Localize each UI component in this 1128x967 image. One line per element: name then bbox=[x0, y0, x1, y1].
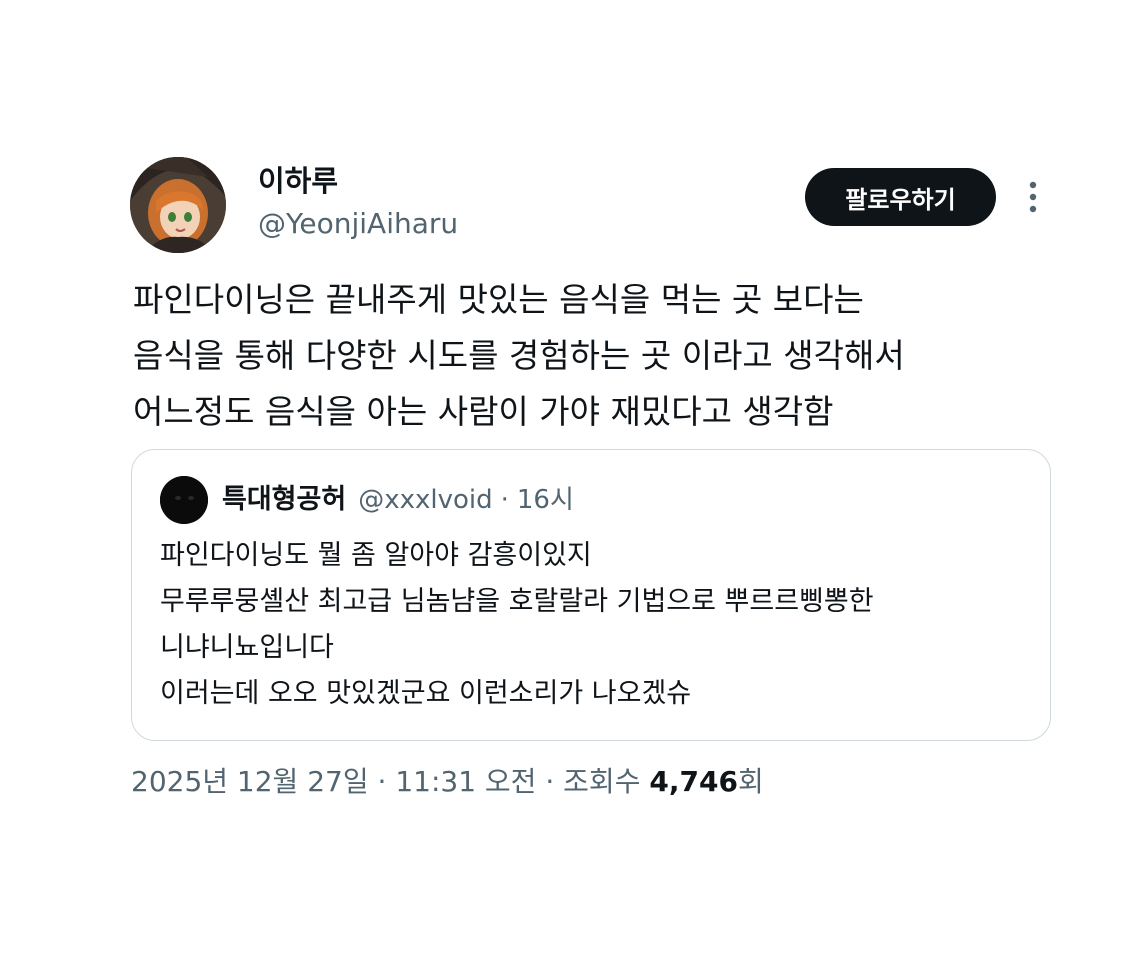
quoted-tweet-header: 특대형공허 @xxxlvoid · 16시 bbox=[222, 480, 574, 520]
quoted-tweet-card[interactable]: 특대형공허 @xxxlvoid · 16시 파인다이닝도 뭘 좀 알아야 감흥이… bbox=[131, 449, 1051, 741]
tweet-text-line: 어느정도 음식을 아는 사람이 가야 재밌다고 생각함 bbox=[133, 392, 834, 431]
follow-button[interactable]: 팔로우하기 bbox=[805, 168, 996, 226]
more-vertical-icon[interactable] bbox=[1019, 178, 1047, 216]
separator-dot: · bbox=[545, 765, 555, 798]
author-handle[interactable]: @YeonjiAiharu bbox=[258, 206, 458, 242]
views-suffix: 회 bbox=[737, 765, 764, 798]
author-display-name[interactable]: 이하루 bbox=[258, 163, 338, 199]
quoted-text-line: 파인다이닝도 뭘 좀 알아야 감흥이있지 bbox=[160, 540, 592, 571]
author-avatar[interactable] bbox=[130, 157, 226, 253]
tweet-date[interactable]: 2025년 12월 27일 bbox=[131, 765, 369, 798]
avatar-image bbox=[130, 157, 226, 253]
quoted-avatar-image bbox=[160, 476, 208, 524]
tweet-text-line: 음식을 통해 다양한 시도를 경험하는 곳 이라고 생각해서 bbox=[133, 336, 905, 375]
tweet-text: 파인다이닝은 끝내주게 맛있는 음식을 먹는 곳 보다는 음식을 통해 다양한 … bbox=[133, 272, 1033, 440]
tweet-time[interactable]: 11:31 오전 bbox=[395, 765, 536, 798]
separator-dot: · bbox=[377, 765, 387, 798]
quoted-text-line: 무루루뭉셸산 최고급 님놈냠을 호랄랄라 기법으로 뿌르르삥뽕한 bbox=[160, 586, 874, 617]
separator-dot: · bbox=[500, 485, 509, 515]
quoted-author-handle[interactable]: @xxxlvoid bbox=[358, 480, 492, 520]
quoted-tweet-text: 파인다이닝도 뭘 좀 알아야 감흥이있지 무루루뭉셸산 최고급 님놈냠을 호랄랄… bbox=[160, 533, 874, 717]
quoted-tweet-time[interactable]: 16시 bbox=[517, 480, 574, 520]
views-label: 조회수 bbox=[563, 765, 641, 798]
quoted-author-avatar[interactable] bbox=[160, 476, 208, 524]
tweet-text-line: 파인다이닝은 끝내주게 맛있는 음식을 먹는 곳 보다는 bbox=[133, 280, 864, 319]
quoted-text-line: 니냐니뇨입니다 bbox=[160, 632, 334, 663]
quoted-author-display-name[interactable]: 특대형공허 bbox=[222, 480, 346, 520]
views-count: 4,746 bbox=[649, 765, 738, 798]
quoted-text-line: 이러는데 오오 맛있겠군요 이런소리가 나오겠슈 bbox=[160, 678, 692, 709]
tweet-meta: 2025년 12월 27일 · 11:31 오전 · 조회수 4,746회 bbox=[131, 758, 764, 806]
